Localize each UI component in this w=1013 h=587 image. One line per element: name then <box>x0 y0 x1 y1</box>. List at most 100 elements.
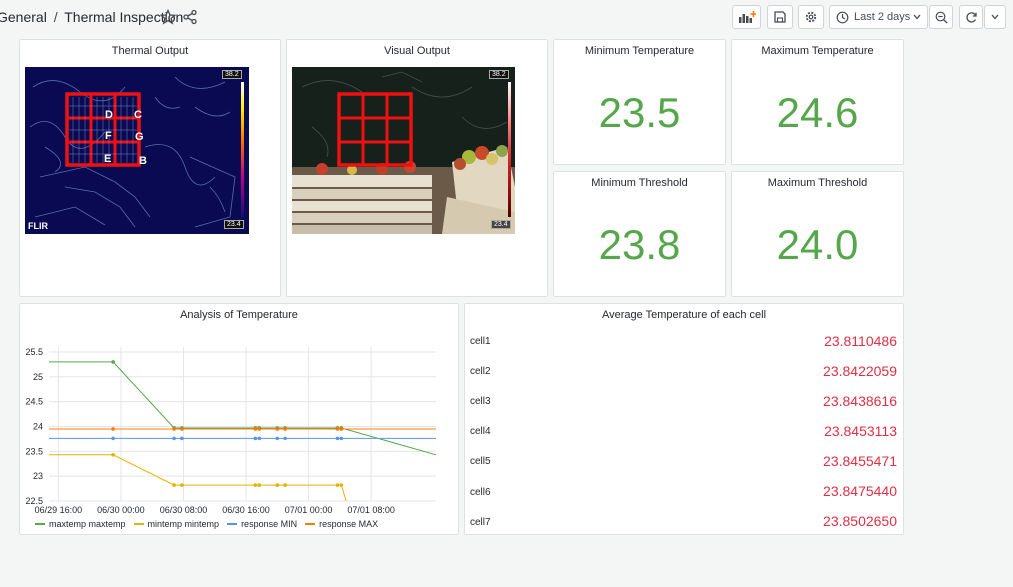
cell-label-c: C <box>134 109 142 121</box>
thermal-image: D C F G E B 38.2 23.4 FLIR <box>25 67 249 234</box>
panel-title: Maximum Threshold <box>767 177 868 189</box>
visual-output-panel[interactable]: Visual Output 38.2 23.4 <box>286 39 548 297</box>
chart-series <box>49 360 437 456</box>
series-point <box>257 483 262 487</box>
cell-value: 23.8422059 <box>823 363 897 379</box>
series-point <box>172 436 176 441</box>
series-point <box>335 483 340 487</box>
panel-title: Minimum Temperature <box>584 45 695 57</box>
series-point <box>180 436 184 441</box>
scale-min-label: 23.4 <box>224 220 244 229</box>
cell-label-b: B <box>139 155 147 167</box>
minimum-temperature-panel[interactable]: Minimum Temperature 23.5 <box>553 39 726 165</box>
cell-label: cell2 <box>470 366 491 377</box>
cell-value: 23.8438616 <box>823 393 897 409</box>
legend-swatch <box>305 523 316 525</box>
series-line <box>49 454 347 502</box>
series-point <box>180 483 184 487</box>
refresh-interval-dropdown[interactable] <box>984 5 1006 29</box>
legend-item[interactable]: maxtemp maxtemp <box>35 519 126 529</box>
zoom-out-button[interactable] <box>929 5 953 29</box>
series-point <box>283 483 287 487</box>
save-dashboard-button[interactable] <box>767 5 793 29</box>
scale-min-label: 23.4 <box>491 220 511 229</box>
x-tick-label: 07/01 08:00 <box>347 505 395 515</box>
maximum-temperature-panel[interactable]: Maximum Temperature 24.6 <box>731 39 904 165</box>
cell-label: cell5 <box>470 456 491 467</box>
legend-label: response MIN <box>241 519 298 529</box>
legend-label: maxtemp maxtemp <box>49 519 126 529</box>
analysis-of-temperature-panel[interactable]: Analysis of Temperature 22.5 23 23.5 24 24.5… <box>19 303 459 535</box>
chevron-down-icon <box>991 14 999 20</box>
panel-title: Average Temperature of each cell <box>601 309 767 321</box>
panel-title: Visual Output <box>384 45 450 57</box>
series-point <box>253 483 258 487</box>
stat-value: 23.5 <box>598 89 681 136</box>
share-icon[interactable] <box>182 9 198 25</box>
gear-icon <box>805 11 817 23</box>
panel-title: Thermal Output <box>111 45 189 57</box>
legend-swatch <box>133 523 144 525</box>
visual-image: 38.2 23.4 <box>292 67 515 234</box>
y-tick-label: 25 <box>33 372 43 382</box>
add-panel-button[interactable] <box>732 5 761 29</box>
chevron-down-icon <box>913 14 921 20</box>
save-icon <box>774 11 786 23</box>
visual-scene <box>292 67 515 234</box>
series-point <box>257 427 262 431</box>
stat-value: 23.8 <box>598 221 681 268</box>
cell-value: 23.8453113 <box>824 423 897 439</box>
series-point <box>275 427 280 431</box>
cell-label: cell3 <box>470 396 491 407</box>
y-tick-label: 24.5 <box>25 397 43 407</box>
series-point <box>253 427 258 431</box>
minimum-threshold-panel[interactable]: Minimum Threshold 23.8 <box>553 171 726 297</box>
series-point <box>253 436 258 441</box>
time-range-picker[interactable]: Last 2 days <box>829 5 928 29</box>
series-point <box>275 436 280 441</box>
temperature-line-chart[interactable]: 22.52323.52424.52525.506/29 16:00 06/30 0… <box>20 304 460 516</box>
series-point <box>180 427 184 431</box>
breadcrumb-folder[interactable]: General <box>0 9 47 25</box>
x-tick-label: 06/30 16:00 <box>222 505 270 515</box>
scale-max-label: 38.2 <box>489 70 509 79</box>
refresh-icon <box>965 11 977 23</box>
series-point <box>172 483 176 487</box>
dashboard-settings-button[interactable] <box>798 5 824 29</box>
legend-item[interactable]: mintemp mintemp <box>133 519 219 529</box>
series-point <box>111 360 115 364</box>
legend-label: response MAX <box>319 519 379 529</box>
cell-label: cell4 <box>470 426 491 437</box>
x-tick-label: 06/29 16:00 <box>35 505 83 515</box>
cell-value: 23.8110486 <box>824 333 897 349</box>
top-bar: General / Thermal Inspection Last 2 days <box>0 0 1013 34</box>
cell-value: 23.8502650 <box>823 513 897 529</box>
series-point <box>111 453 115 457</box>
average-temperature-panel[interactable]: Average Temperature of each cell cell1 2… <box>464 303 904 535</box>
legend-item[interactable]: response MIN <box>227 519 297 529</box>
legend-item[interactable]: response MAX <box>305 519 378 529</box>
chart-series <box>49 436 436 441</box>
series-point <box>283 436 287 441</box>
refresh-button[interactable] <box>959 5 983 29</box>
series-point <box>275 483 280 487</box>
maximum-threshold-panel[interactable]: Maximum Threshold 24.0 <box>731 171 904 297</box>
thermal-output-panel[interactable]: Thermal Output D C F G E B 38.2 23.4 FLI… <box>19 39 281 297</box>
cell-value: 23.8455471 <box>823 453 897 469</box>
series-point <box>335 427 340 431</box>
flir-logo: FLIR <box>28 221 48 231</box>
y-tick-label: 24 <box>33 421 43 431</box>
cell-label-g: G <box>135 131 144 143</box>
star-icon[interactable] <box>160 9 176 25</box>
scale-max-label: 38.2 <box>222 70 242 79</box>
series-point <box>339 427 344 431</box>
x-tick-label: 06/30 08:00 <box>160 505 208 515</box>
chart-series <box>49 453 347 502</box>
series-point <box>339 436 344 441</box>
series-point <box>283 427 287 431</box>
y-tick-label: 23 <box>33 471 43 481</box>
breadcrumb-separator: / <box>53 9 58 25</box>
series-point <box>172 427 176 431</box>
legend-swatch <box>35 523 45 525</box>
cell-label: cell1 <box>470 336 491 347</box>
